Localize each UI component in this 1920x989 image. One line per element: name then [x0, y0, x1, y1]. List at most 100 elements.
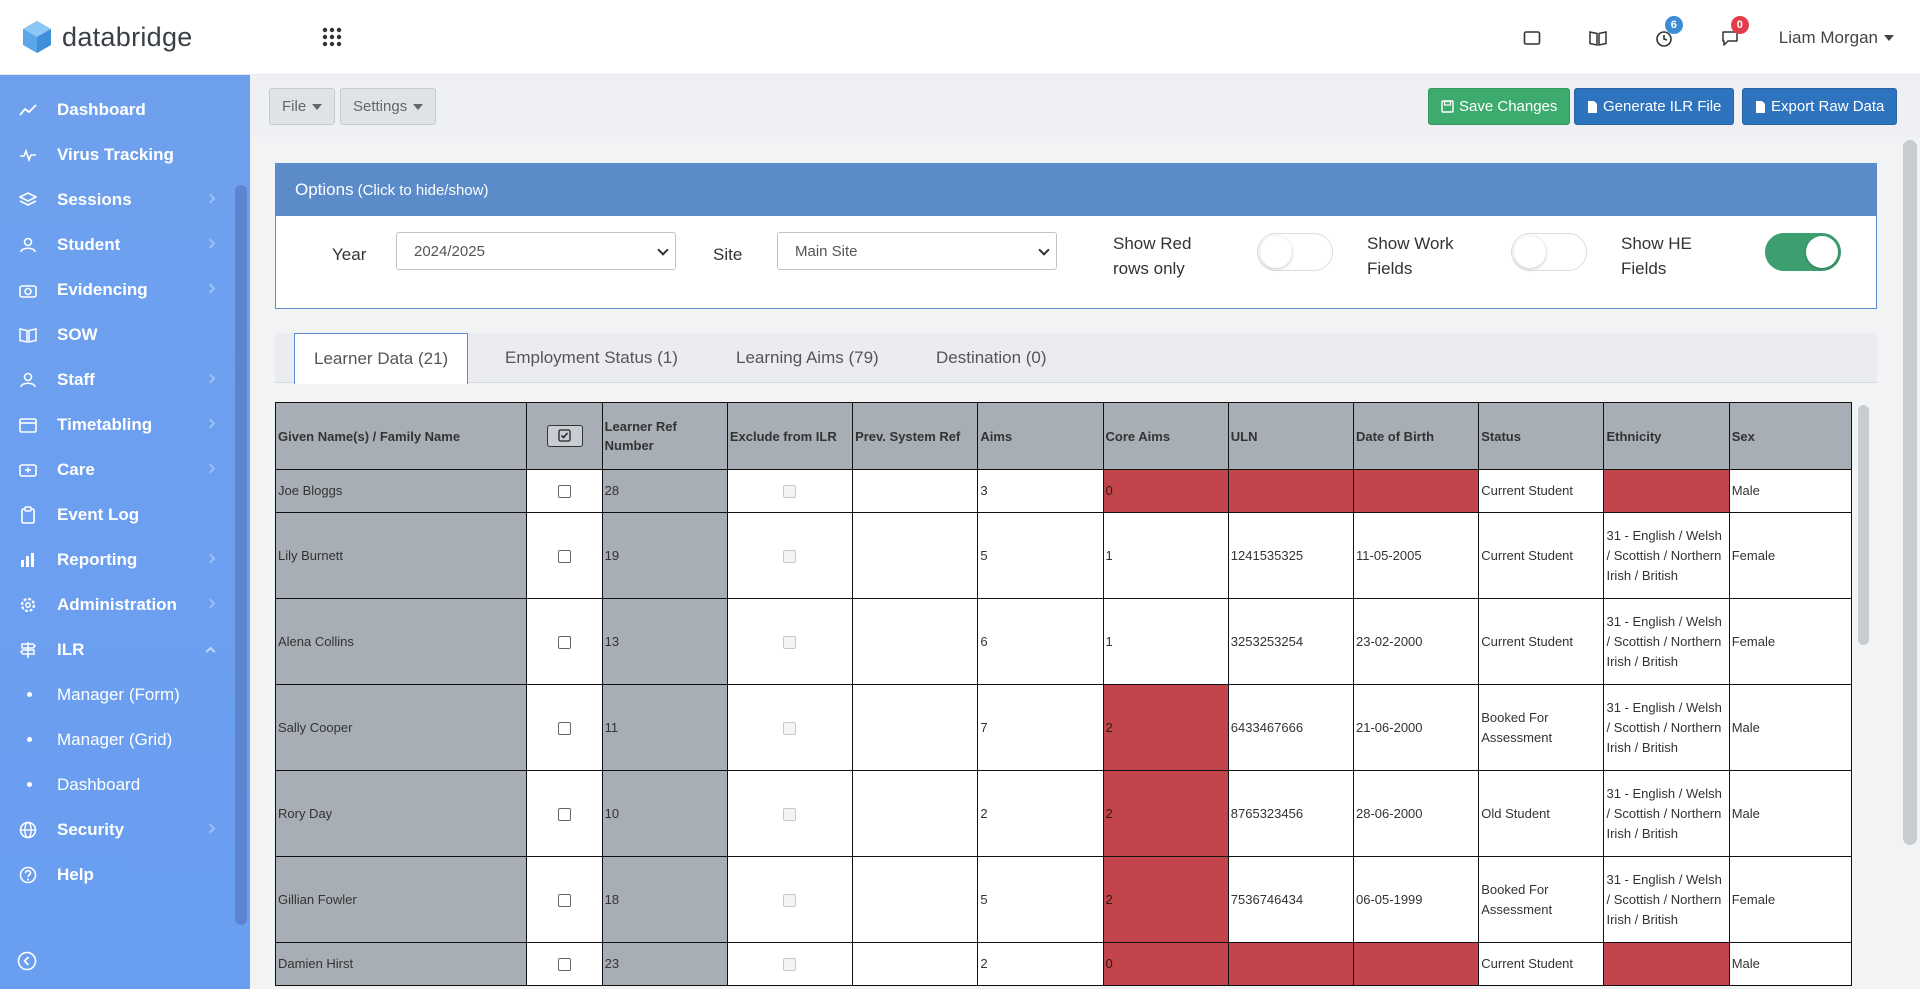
tab-destination[interactable]: Destination (0) [917, 333, 1066, 383]
cell-prev-ref[interactable] [852, 598, 979, 685]
book-button[interactable] [1565, 0, 1631, 75]
reminders-button[interactable]: 6 [1631, 0, 1697, 75]
cell-ref[interactable]: 13 [601, 598, 728, 685]
cell-uln[interactable] [1227, 942, 1355, 986]
messages-button[interactable]: 0 [1697, 0, 1763, 75]
cell-dob[interactable]: 28-06-2000 [1353, 770, 1480, 857]
file-menu-button[interactable]: File [269, 88, 336, 125]
table-row[interactable]: Gillian Fowler 18 5 2 7536746434 06-05-1… [275, 856, 1853, 943]
sidebar-item-help[interactable]: Help [0, 852, 232, 897]
cell-uln[interactable]: 8765323456 [1227, 770, 1355, 857]
column-header-name[interactable]: Given Name(s) / Family Name [275, 402, 528, 470]
cell-ethnicity[interactable] [1603, 942, 1730, 986]
cell-ref[interactable]: 19 [601, 512, 728, 599]
brand[interactable]: databridge [22, 20, 193, 54]
cell-core-aims[interactable]: 0 [1102, 469, 1229, 513]
tab-employment-status[interactable]: Employment Status (1) [486, 333, 697, 383]
cell-sex[interactable]: Male [1728, 469, 1853, 513]
cell-name[interactable]: Gillian Fowler [275, 856, 528, 943]
cell-sex[interactable]: Female [1728, 512, 1853, 599]
cell-ethnicity[interactable]: 31 - English / Welsh / Scottish / Northe… [1603, 684, 1730, 771]
cell-dob[interactable]: 21-06-2000 [1353, 684, 1480, 771]
cell-status[interactable]: Old Student [1478, 770, 1605, 857]
table-row[interactable]: Rory Day 10 2 2 8765323456 28-06-2000 Ol… [275, 770, 1853, 857]
cell-prev-ref[interactable] [852, 942, 979, 986]
table-row[interactable]: Sally Cooper 11 7 2 6433467666 21-06-200… [275, 684, 1853, 771]
cell-core-aims[interactable]: 2 [1102, 684, 1229, 771]
cell-ethnicity[interactable]: 31 - English / Welsh / Scottish / Northe… [1603, 598, 1730, 685]
cell-aims[interactable]: 3 [977, 469, 1104, 513]
show-he-fields-toggle[interactable] [1765, 233, 1841, 271]
cell-core-aims[interactable]: 2 [1102, 770, 1229, 857]
table-scrollbar-thumb[interactable] [1858, 405, 1869, 645]
cell-name[interactable]: Sally Cooper [275, 684, 528, 771]
cell-dob[interactable] [1353, 469, 1480, 513]
column-header-uln[interactable]: ULN [1227, 402, 1355, 470]
cell-core-aims[interactable]: 1 [1102, 598, 1229, 685]
cell-ethnicity[interactable]: 31 - English / Welsh / Scottish / Northe… [1603, 856, 1730, 943]
row-checkbox[interactable] [558, 635, 572, 649]
cell-name[interactable]: Rory Day [275, 770, 528, 857]
cell-prev-ref[interactable] [852, 770, 979, 857]
sidebar-item-evidencing[interactable]: Evidencing [0, 267, 232, 312]
cell-status[interactable]: Current Student [1478, 942, 1605, 986]
cell-prev-ref[interactable] [852, 512, 979, 599]
generate-ilr-button[interactable]: Generate ILR File [1574, 88, 1735, 125]
sidebar-item-sessions[interactable]: Sessions [0, 177, 232, 222]
column-header-exclude[interactable]: Exclude from ILR [726, 402, 854, 470]
sidebar-item-ilr[interactable]: ILR [0, 627, 232, 672]
cell-uln[interactable]: 6433467666 [1227, 684, 1355, 771]
tablet-button[interactable] [1499, 0, 1565, 75]
column-header-learner-ref[interactable]: Learner Ref Number [601, 402, 728, 470]
cell-aims[interactable]: 5 [977, 856, 1104, 943]
cell-name[interactable]: Damien Hirst [275, 942, 528, 986]
cell-aims[interactable]: 7 [977, 684, 1104, 771]
sidebar-subitem-dashboard[interactable]: Dashboard [0, 762, 232, 807]
cell-dob[interactable]: 06-05-1999 [1353, 856, 1480, 943]
cell-uln[interactable]: 7536746434 [1227, 856, 1355, 943]
cell-prev-ref[interactable] [852, 684, 979, 771]
cell-core-aims[interactable]: 1 [1102, 512, 1229, 599]
row-checkbox[interactable] [558, 958, 572, 972]
export-raw-data-button[interactable]: Export Raw Data [1742, 88, 1898, 125]
cell-ref[interactable]: 18 [601, 856, 728, 943]
cell-sex[interactable]: Male [1728, 942, 1853, 986]
cell-status[interactable]: Current Student [1478, 469, 1605, 513]
sidebar-subitem-manager-grid[interactable]: Manager (Grid) [0, 717, 232, 762]
cell-name[interactable]: Alena Collins [275, 598, 528, 685]
sidebar-item-administration[interactable]: Administration [0, 582, 232, 627]
column-header-ethnicity[interactable]: Ethnicity [1603, 402, 1730, 470]
settings-menu-button[interactable]: Settings [340, 88, 437, 125]
sidebar-item-dashboard[interactable]: Dashboard [0, 87, 232, 132]
cell-dob[interactable]: 23-02-2000 [1353, 598, 1480, 685]
table-row[interactable]: Alena Collins 13 6 1 3253253254 23-02-20… [275, 598, 1853, 685]
cell-aims[interactable]: 5 [977, 512, 1104, 599]
user-menu[interactable]: Liam Morgan [1763, 28, 1920, 48]
cell-core-aims[interactable]: 0 [1102, 942, 1229, 986]
select-all-button[interactable] [546, 424, 583, 447]
sidebar-item-timetabling[interactable]: Timetabling [0, 402, 232, 447]
cell-ethnicity[interactable]: 31 - English / Welsh / Scottish / Northe… [1603, 512, 1730, 599]
cell-sex[interactable]: Male [1728, 770, 1853, 857]
show-red-rows-toggle[interactable] [1257, 233, 1333, 271]
sidebar-item-virus-tracking[interactable]: Virus Tracking [0, 132, 232, 177]
sidebar-item-care[interactable]: Care [0, 447, 232, 492]
cell-sex[interactable]: Female [1728, 598, 1853, 685]
table-row[interactable]: Joe Bloggs 28 3 0 Current Student Male [275, 469, 1853, 513]
cell-sex[interactable]: Female [1728, 856, 1853, 943]
row-checkbox[interactable] [558, 893, 572, 907]
sidebar-item-reporting[interactable]: Reporting [0, 537, 232, 582]
cell-ref[interactable]: 23 [601, 942, 728, 986]
cell-uln[interactable] [1227, 469, 1355, 513]
site-select[interactable]: Main Site [777, 232, 1057, 270]
cell-ethnicity[interactable]: 31 - English / Welsh / Scottish / Northe… [1603, 770, 1730, 857]
cell-aims[interactable]: 6 [977, 598, 1104, 685]
sidebar-subitem-manager-form[interactable]: Manager (Form) [0, 672, 232, 717]
year-select[interactable]: 2024/2025 [396, 232, 676, 270]
column-header-sex[interactable]: Sex [1728, 402, 1853, 470]
sidebar-item-staff[interactable]: Staff [0, 357, 232, 402]
cell-ref[interactable]: 10 [601, 770, 728, 857]
cell-prev-ref[interactable] [852, 856, 979, 943]
table-row[interactable]: Damien Hirst 23 2 0 Current Student Male [275, 942, 1853, 986]
sidebar-scrollbar[interactable] [235, 185, 247, 925]
